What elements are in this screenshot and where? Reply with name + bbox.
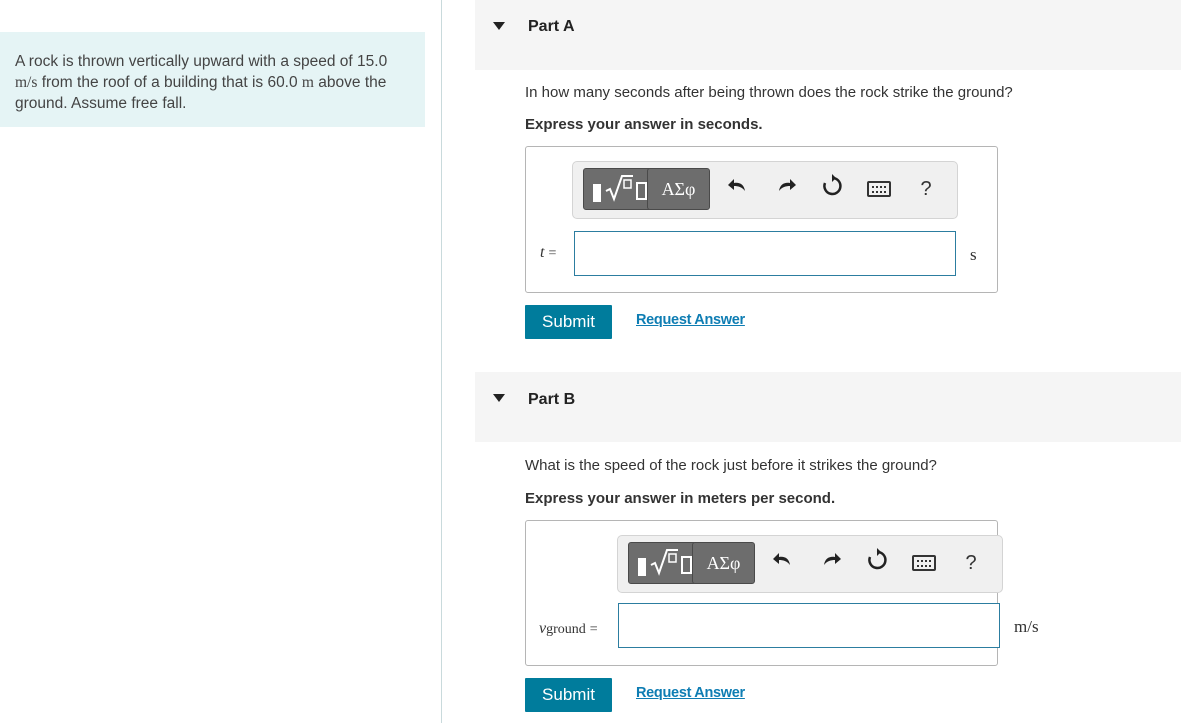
problem-text-part: from the roof of a building that is 60.0 (37, 74, 302, 91)
answer-input[interactable] (574, 231, 956, 276)
keyboard-icon[interactable] (912, 555, 936, 571)
undo-icon[interactable] (768, 548, 798, 578)
redo-icon[interactable] (771, 174, 801, 204)
help-icon[interactable]: ? (911, 174, 941, 204)
answer-input[interactable] (618, 603, 1000, 648)
reset-icon[interactable] (862, 548, 892, 578)
submit-button[interactable]: Submit (525, 305, 612, 339)
variable-subscript: ground (546, 622, 586, 637)
equals-sign: = (548, 246, 557, 261)
speed-unit: m/s (15, 74, 38, 91)
math-toolbar: ΑΣφ ? (617, 535, 1003, 593)
problem-text-part: A rock is thrown vertically upward with … (15, 53, 358, 70)
part-a-answer-box: ΑΣφ ? t = s (525, 146, 998, 293)
column-divider (441, 0, 442, 723)
part-b-header[interactable]: Part B (475, 372, 1181, 442)
collapse-triangle-icon[interactable] (493, 22, 505, 30)
problem-panel: A rock is thrown vertically upward with … (0, 32, 425, 127)
placeholder-box-icon (681, 556, 692, 574)
redo-icon[interactable] (816, 548, 846, 578)
request-answer-link[interactable]: Request Answer (636, 685, 745, 701)
collapse-triangle-icon[interactable] (493, 394, 505, 402)
problem-text-part: 15.0 (357, 53, 388, 70)
variable-t: t (540, 244, 545, 261)
part-a-title: Part A (528, 18, 575, 35)
part-a-header[interactable]: Part A (475, 0, 1181, 70)
request-answer-link[interactable]: Request Answer (636, 312, 745, 328)
templates-icon (593, 184, 601, 202)
reset-icon[interactable] (817, 174, 847, 204)
part-b-answer-box: ΑΣφ ? vground = m/s (525, 520, 1039, 666)
greek-symbols-button[interactable]: ΑΣφ (647, 168, 710, 210)
unit-label: m/s (1014, 617, 1039, 636)
undo-icon[interactable] (723, 174, 753, 204)
help-icon[interactable]: ? (956, 548, 986, 578)
answer-variable-label: vground = (539, 620, 598, 638)
part-a-question: In how many seconds after being thrown d… (525, 84, 1013, 101)
math-toolbar: ΑΣφ ? (572, 161, 958, 219)
greek-symbols-button[interactable]: ΑΣφ (692, 542, 755, 584)
placeholder-box-icon (636, 182, 647, 200)
height-unit: m (301, 74, 314, 91)
radical-icon (605, 175, 633, 202)
templates-button[interactable] (583, 168, 652, 210)
templates-button[interactable] (628, 542, 697, 584)
part-b-question: What is the speed of the rock just befor… (525, 457, 937, 474)
problem-text: A rock is thrown vertically upward with … (15, 51, 405, 114)
equals-sign: = (589, 622, 598, 637)
part-b-title: Part B (528, 391, 576, 408)
keyboard-icon[interactable] (867, 181, 891, 197)
part-b-instruction: Express your answer in meters per second… (525, 490, 836, 507)
submit-button[interactable]: Submit (525, 678, 612, 712)
unit-label: s (970, 245, 977, 264)
templates-icon (638, 558, 646, 576)
radical-icon (650, 549, 678, 576)
part-a-instruction: Express your answer in seconds. (525, 116, 763, 133)
answer-variable-label: t = (540, 244, 556, 262)
